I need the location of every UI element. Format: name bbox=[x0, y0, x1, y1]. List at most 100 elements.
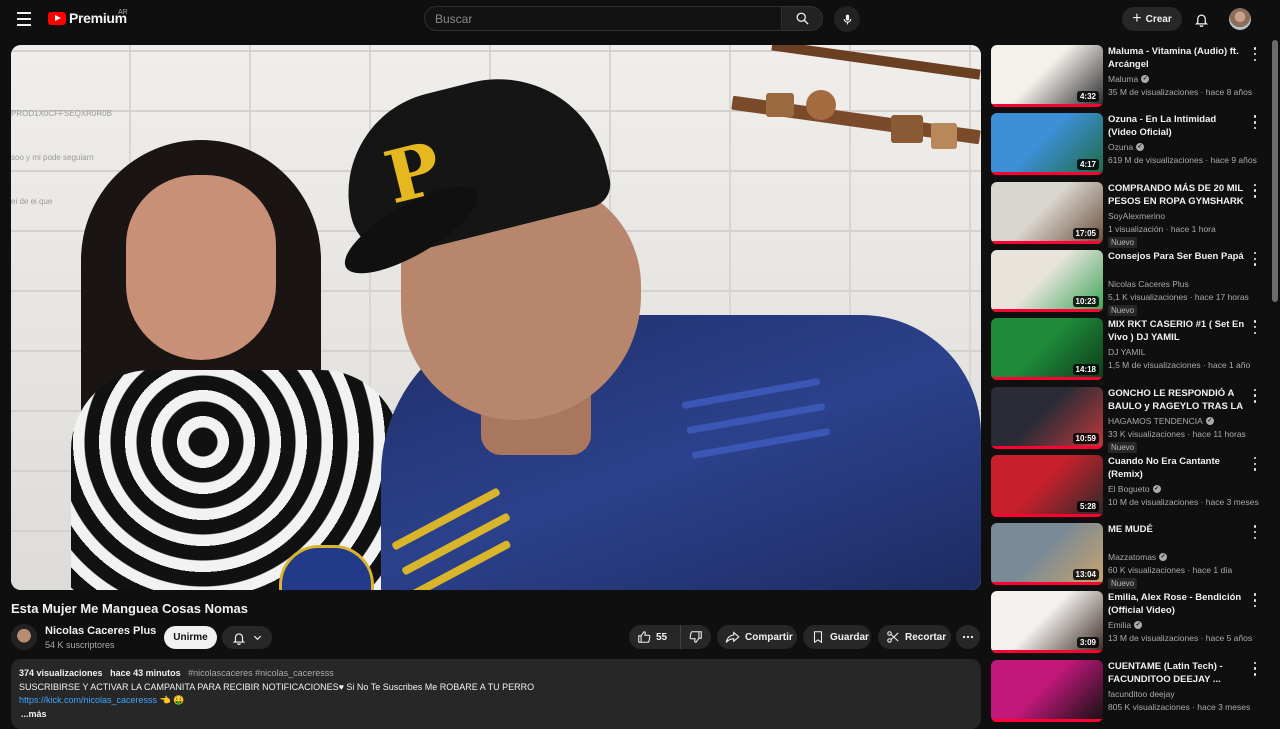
more-vertical-icon[interactable] bbox=[1251, 320, 1259, 335]
youtube-premium-logo[interactable]: Premium bbox=[48, 10, 127, 26]
recommendation-meta: 619 M de visualizaciones · hace 9 años bbox=[1108, 155, 1257, 166]
scrollbar[interactable] bbox=[1272, 40, 1278, 302]
channel-name: facunditoo deejay bbox=[1108, 688, 1175, 699]
recommendation-item[interactable]: 4:17 Ozuna - En La Intimidad (Video Ofici… bbox=[991, 113, 1261, 176]
video-thumbnail[interactable]: 13:04 bbox=[991, 523, 1103, 586]
thumbnail-accent-bar bbox=[991, 513, 1103, 517]
video-player[interactable]: P PROD1X0CFFSEQXR0R0B soo y mi pode segu… bbox=[11, 45, 981, 590]
video-thumbnail[interactable]: 4:32 bbox=[991, 45, 1103, 107]
recommendation-channel[interactable]: Maluma ✓ bbox=[1108, 74, 1150, 84]
thumbnail-accent-bar bbox=[991, 718, 1103, 722]
more-vertical-icon[interactable] bbox=[1251, 47, 1259, 61]
recommendation-channel[interactable]: SoyAlexmerino bbox=[1108, 211, 1165, 221]
menu-icon[interactable] bbox=[12, 8, 36, 32]
hashtags[interactable]: #nicolascaceres #nicolas_caceresss bbox=[188, 668, 334, 678]
description-box[interactable]: 374 visualizaciones hace 43 minutos #nic… bbox=[11, 659, 981, 729]
bell-icon bbox=[1194, 14, 1208, 27]
more-vertical-icon[interactable] bbox=[1251, 183, 1259, 198]
more-actions-button[interactable] bbox=[956, 625, 980, 649]
recommendation-item[interactable]: 13:04 ME MUDÉ Mazzatomas ✓ 60 K visualizacio… bbox=[991, 523, 1261, 590]
dislike-button[interactable] bbox=[681, 625, 711, 649]
recommendation-title[interactable]: GONCHO LE RESPONDIÓ A BAULO y RAGEYLO TR… bbox=[1108, 387, 1246, 414]
more-vertical-icon[interactable] bbox=[1251, 456, 1259, 471]
recommendation-item[interactable]: 14:18 MIX RKT CASERIO #1 ( Set En Vivo ) … bbox=[991, 318, 1261, 381]
channel-name: Emilia bbox=[1108, 620, 1132, 631]
share-icon bbox=[725, 630, 740, 643]
recommendation-title[interactable]: MIX RKT CASERIO #1 ( Set En Vivo ) DJ YA… bbox=[1108, 318, 1246, 344]
more-vertical-icon[interactable] bbox=[1251, 593, 1259, 608]
create-button[interactable]: + Crear bbox=[1122, 7, 1182, 31]
country-code: AR bbox=[118, 9, 128, 16]
recommendation-channel[interactable]: DJ YAMIL bbox=[1108, 347, 1145, 357]
like-button[interactable]: 55 bbox=[629, 625, 681, 649]
verified-icon: ✓ bbox=[1159, 553, 1168, 562]
recommendation-item[interactable]: 4:32 Maluma - Vitamina (Audio) ft. Arcáng… bbox=[991, 45, 1261, 107]
subscription-notifications-button[interactable] bbox=[222, 626, 272, 649]
recommendation-channel[interactable]: HAGAMOS TENDENCIA ✓ bbox=[1108, 416, 1214, 426]
more-vertical-icon[interactable] bbox=[1251, 388, 1259, 403]
video-title: Esta Mujer Me Manguea Cosas Nomas bbox=[11, 601, 248, 616]
thumbnail-accent-bar bbox=[991, 240, 1103, 244]
recommendation-item[interactable]: 17:05 COMPRANDO MÁS DE 20 MIL PESOS EN RO… bbox=[991, 181, 1261, 248]
channel-name[interactable]: Nicolas Caceres Plus bbox=[45, 625, 156, 637]
more-vertical-icon[interactable] bbox=[1251, 251, 1259, 266]
thumbnail-accent-bar bbox=[991, 377, 1103, 381]
user-avatar[interactable] bbox=[1229, 8, 1251, 30]
recommendation-title[interactable]: Maluma - Vitamina (Audio) ft. Arcángel bbox=[1108, 45, 1246, 71]
recommendation-title[interactable]: CUENTAME (Latin Tech) - FACUNDITOO DEEJA… bbox=[1108, 660, 1246, 686]
channel-name: Maluma bbox=[1108, 74, 1139, 84]
recommendation-channel[interactable]: Mazzatomas ✓ bbox=[1108, 552, 1168, 563]
more-vertical-icon[interactable] bbox=[1251, 525, 1259, 540]
recommendation-item[interactable]: 10:23 Consejos Para Ser Buen Papá Nicolas … bbox=[991, 249, 1261, 316]
recommendation-channel[interactable]: El Bogueto ✓ bbox=[1108, 484, 1161, 494]
channel-name: Mazzatomas bbox=[1108, 552, 1157, 563]
channel-name: SoyAlexmerino bbox=[1108, 210, 1166, 221]
join-button[interactable]: Unirme bbox=[164, 626, 217, 649]
more-horizontal-icon bbox=[962, 635, 974, 639]
save-button[interactable]: Guardar bbox=[803, 625, 871, 649]
chevron-down-icon bbox=[253, 635, 261, 641]
video-thumbnail[interactable] bbox=[991, 659, 1103, 722]
recommendation-title[interactable]: Emilia, Alex Rose - Bendición (Official … bbox=[1108, 591, 1246, 617]
recommendation-title[interactable]: Consejos Para Ser Buen Papá bbox=[1108, 250, 1246, 263]
recommendation-channel[interactable]: facunditoo deejay bbox=[1108, 689, 1175, 699]
voice-search-button[interactable] bbox=[834, 6, 860, 32]
share-button[interactable]: Compartir bbox=[717, 625, 797, 649]
video-thumbnail[interactable]: 10:23 bbox=[991, 249, 1103, 312]
search-button[interactable] bbox=[781, 6, 823, 31]
recommendation-title[interactable]: COMPRANDO MÁS DE 20 MIL PESOS EN ROPA GY… bbox=[1108, 182, 1246, 208]
channel-avatar[interactable] bbox=[11, 624, 37, 650]
recommendation-item[interactable]: 3:09 Emilia, Alex Rose - Bendición (Offic… bbox=[991, 591, 1261, 654]
recommendation-item[interactable]: CUENTAME (Latin Tech) - FACUNDITOO DEEJA… bbox=[991, 659, 1261, 722]
video-thumbnail[interactable]: 5:28 bbox=[991, 454, 1103, 517]
more-vertical-icon[interactable] bbox=[1251, 661, 1259, 676]
video-thumbnail[interactable]: 17:05 bbox=[991, 181, 1103, 244]
notifications-button[interactable] bbox=[1190, 8, 1212, 30]
recommendation-meta: 1,5 M de visualizaciones · hace 1 año bbox=[1108, 360, 1251, 371]
clip-button[interactable]: Recortar bbox=[878, 625, 951, 649]
video-thumbnail[interactable]: 3:09 bbox=[991, 591, 1103, 654]
description-link[interactable]: https://kick.com/nicolas_caceresss bbox=[19, 695, 157, 705]
recommendation-title[interactable]: Ozuna - En La Intimidad (Video Oficial) bbox=[1108, 113, 1246, 139]
recommendation-channel[interactable]: Emilia ✓ bbox=[1108, 620, 1143, 631]
recommendation-channel[interactable]: Ozuna ✓ bbox=[1108, 142, 1145, 152]
search-input[interactable] bbox=[424, 6, 782, 31]
recommendation-meta: 10 M de visualizaciones · hace 3 meses bbox=[1108, 496, 1259, 507]
channel-name: HAGAMOS TENDENCIA bbox=[1108, 415, 1203, 426]
recommendation-item[interactable]: 10:59 GONCHO LE RESPONDIÓ A BAULO y RAGEY… bbox=[991, 386, 1261, 453]
recommendation-channel[interactable]: Nicolas Caceres Plus bbox=[1108, 279, 1189, 289]
view-count: 374 visualizaciones bbox=[19, 668, 103, 678]
youtube-play-icon bbox=[48, 11, 66, 25]
video-duration: 14:18 bbox=[1072, 364, 1099, 376]
recommendation-title[interactable]: Cuando No Era Cantante (Remix) bbox=[1108, 455, 1246, 481]
video-thumbnail[interactable]: 14:18 bbox=[991, 318, 1103, 381]
video-duration: 10:59 bbox=[1072, 432, 1099, 444]
video-thumbnail[interactable]: 10:59 bbox=[991, 386, 1103, 449]
video-thumbnail[interactable]: 4:17 bbox=[991, 113, 1103, 176]
recommendation-item[interactable]: 5:28 Cuando No Era Cantante (Remix) El Bog… bbox=[991, 454, 1261, 517]
verified-icon: ✓ bbox=[1141, 75, 1150, 83]
more-vertical-icon[interactable] bbox=[1251, 115, 1259, 130]
recommendation-title[interactable]: ME MUDÉ bbox=[1108, 523, 1246, 536]
search-icon bbox=[796, 12, 809, 25]
show-more-button[interactable]: ...más bbox=[19, 708, 973, 722]
